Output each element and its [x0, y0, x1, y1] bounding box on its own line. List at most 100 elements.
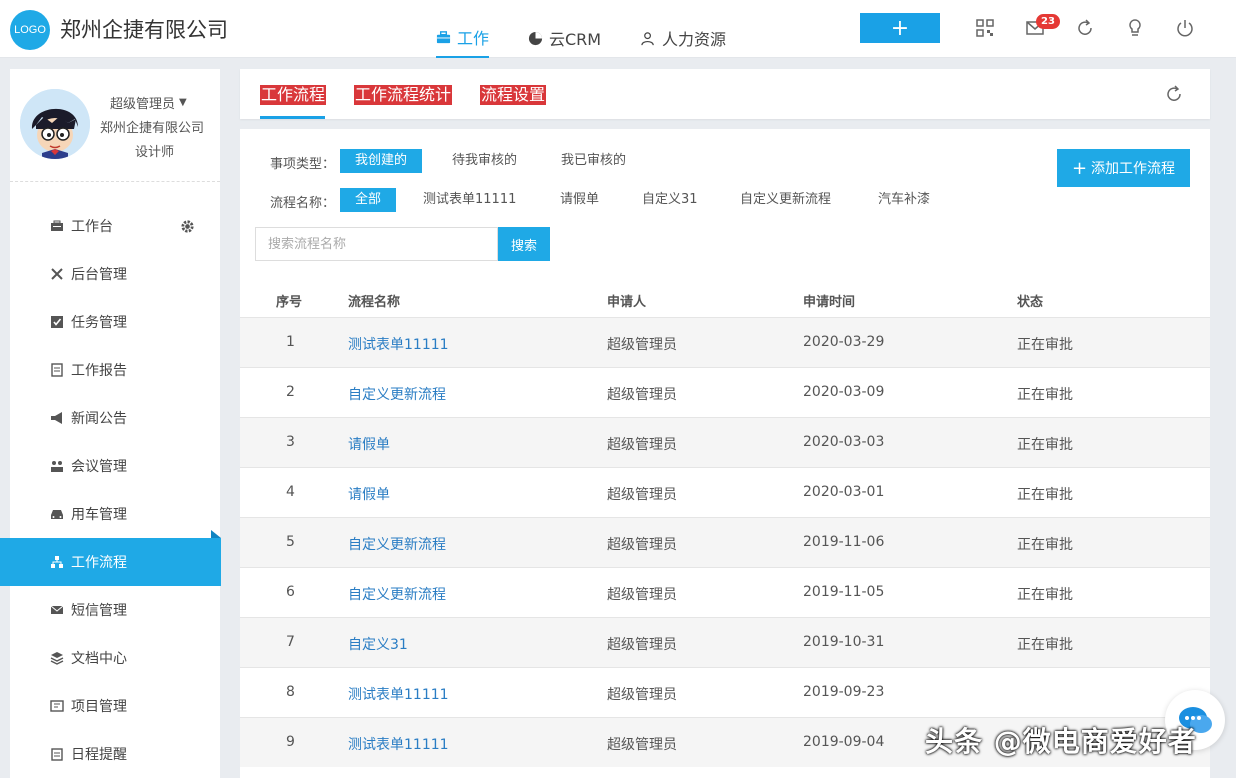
cell-apply-time: 2019-11-06	[803, 534, 885, 550]
column-header-applicant: 申请人	[607, 295, 647, 310]
megaphone-icon	[51, 412, 62, 424]
sidebar-item-label: 项目管理	[71, 699, 127, 715]
cell-applicant: 超级管理员	[607, 537, 677, 553]
sidebar-item-workflow[interactable]: 工作流程	[0, 530, 221, 586]
power-icon[interactable]	[1175, 18, 1195, 38]
avatar[interactable]	[20, 89, 90, 159]
name-filter-car-paint[interactable]: 汽车补漆	[863, 188, 945, 212]
name-filter-custom31[interactable]: 自定义31	[627, 188, 713, 212]
checkbox-icon	[51, 316, 63, 328]
sidebar-item-reports[interactable]: 工作报告	[10, 346, 220, 394]
cell-status: 正在审批	[1017, 637, 1073, 653]
nav-tab-crm[interactable]: 云CRM	[528, 18, 601, 58]
plus-icon: +	[1071, 157, 1088, 179]
meeting-icon	[51, 461, 63, 472]
name-filter-custom-update[interactable]: 自定义更新流程	[725, 188, 846, 212]
gear-icon[interactable]	[180, 219, 195, 234]
cell-applicant: 超级管理员	[607, 487, 677, 503]
cell-status: 正在审批	[1017, 487, 1073, 503]
cell-workflow-name[interactable]: 自定义更新流程	[348, 534, 446, 554]
cell-status: 正在审批	[1017, 437, 1073, 453]
name-filter-all[interactable]: 全部	[340, 188, 397, 212]
table-row: 8 测试表单11111 超级管理员 2019-09-23	[240, 667, 1210, 717]
cell-workflow-name[interactable]: 测试表单11111	[348, 734, 449, 754]
sidebar-item-news[interactable]: 新闻公告	[10, 394, 220, 442]
cell-applicant: 超级管理员	[607, 687, 677, 703]
cell-index: 5	[286, 534, 295, 550]
nav-tab-work[interactable]: 工作	[436, 18, 490, 58]
column-header-index: 序号	[276, 295, 303, 310]
sidebar-item-label: 文档中心	[71, 651, 127, 667]
tabs-bar: 工作流程 工作流程统计 流程设置	[240, 69, 1210, 119]
layers-icon	[50, 652, 64, 665]
profile-divider	[10, 181, 220, 182]
cell-workflow-name[interactable]: 请假单	[348, 484, 390, 504]
sidebar-item-label: 后台管理	[71, 267, 127, 283]
cell-applicant: 超级管理员	[607, 387, 677, 403]
sync-icon[interactable]	[1075, 18, 1095, 38]
car-icon	[51, 510, 63, 519]
project-icon	[50, 700, 64, 712]
user-company: 郑州企捷有限公司	[100, 121, 205, 136]
cell-workflow-name[interactable]: 自定义更新流程	[348, 384, 446, 404]
sidebar-item-tasks[interactable]: 任务管理	[10, 298, 220, 346]
user-role: 设计师	[135, 145, 175, 160]
quick-add-button[interactable]: +	[860, 13, 940, 43]
sidebar-item-projects[interactable]: 项目管理	[10, 682, 220, 730]
search-button[interactable]: 搜索	[498, 227, 550, 261]
name-filter-test-form[interactable]: 测试表单11111	[408, 188, 531, 212]
sidebar-item-cars[interactable]: 用车管理	[10, 490, 220, 538]
cell-applicant: 超级管理员	[607, 437, 677, 453]
name-filter-label: 流程名称：	[270, 196, 336, 211]
flow-icon	[51, 556, 63, 568]
qr-code-icon[interactable]	[975, 18, 995, 38]
cell-index: 1	[286, 334, 295, 350]
column-header-name: 流程名称	[348, 295, 401, 310]
cell-index: 4	[286, 484, 295, 500]
tab-workflow-settings[interactable]: 流程设置	[480, 85, 547, 105]
cell-workflow-name[interactable]: 测试表单11111	[348, 684, 449, 704]
main-panel: 事项类型： 我创建的 待我审核的 我已审核的 流程名称： 全部 测试表单1111…	[240, 129, 1210, 778]
sidebar-item-docs[interactable]: 文档中心	[10, 634, 220, 682]
tab-workflow[interactable]: 工作流程	[260, 85, 327, 105]
cell-workflow-name[interactable]: 请假单	[348, 434, 390, 454]
sidebar-item-sms[interactable]: 短信管理	[10, 586, 220, 634]
sidebar-item-meetings[interactable]: 会议管理	[10, 442, 220, 490]
column-header-status: 状态	[1017, 295, 1044, 310]
sidebar-item-schedule[interactable]: 日程提醒	[10, 730, 220, 778]
user-name-dropdown[interactable]: 超级管理员 ▼	[110, 93, 187, 112]
people-icon	[641, 31, 654, 45]
cell-workflow-name[interactable]: 自定义31	[348, 634, 408, 654]
top-header: LOGO 郑州企捷有限公司 工作 云CRM 人力资源 + 23	[0, 0, 1236, 58]
table-row: 7 自定义31 超级管理员 2019-10-31 正在审批	[240, 617, 1210, 667]
refresh-icon[interactable]	[1165, 85, 1183, 103]
cell-apply-time: 2019-11-05	[803, 584, 885, 600]
add-workflow-button[interactable]: + 添加工作流程	[1057, 149, 1190, 187]
type-filter-reviewed[interactable]: 我已审核的	[546, 149, 641, 173]
sidebar-item-admin[interactable]: 后台管理	[10, 250, 220, 298]
cell-apply-time: 2020-03-01	[803, 484, 885, 500]
type-filter-pending[interactable]: 待我审核的	[437, 149, 532, 173]
company-name: 郑州企捷有限公司	[60, 18, 228, 42]
briefcase-icon	[436, 30, 451, 43]
lightbulb-icon[interactable]	[1125, 18, 1145, 38]
cell-index: 2	[286, 384, 295, 400]
sidebar: 超级管理员 ▼ 郑州企捷有限公司 设计师 工作台 后台管理 任务管理 工作报告 …	[0, 69, 221, 778]
cell-apply-time: 2020-03-29	[803, 334, 885, 350]
cell-workflow-name[interactable]: 测试表单11111	[348, 334, 449, 354]
cell-applicant: 超级管理员	[607, 737, 677, 753]
cell-index: 7	[286, 634, 295, 650]
tools-icon	[51, 268, 63, 280]
tab-workflow-stats[interactable]: 工作流程统计	[354, 85, 453, 105]
table-row: 3 请假单 超级管理员 2020-03-03 正在审批	[240, 417, 1210, 467]
search-input[interactable]	[255, 227, 498, 261]
table-row: 2 自定义更新流程 超级管理员 2020-03-09 正在审批	[240, 367, 1210, 417]
type-filter-created[interactable]: 我创建的	[340, 149, 423, 173]
table-row: 4 请假单 超级管理员 2020-03-01 正在审批	[240, 467, 1210, 517]
active-tab-indicator	[260, 116, 325, 119]
nav-tab-hr[interactable]: 人力资源	[641, 18, 726, 58]
cell-index: 9	[286, 734, 295, 750]
cell-apply-time: 2019-09-23	[803, 684, 885, 700]
name-filter-leave[interactable]: 请假单	[545, 188, 614, 212]
cell-workflow-name[interactable]: 自定义更新流程	[348, 584, 446, 604]
